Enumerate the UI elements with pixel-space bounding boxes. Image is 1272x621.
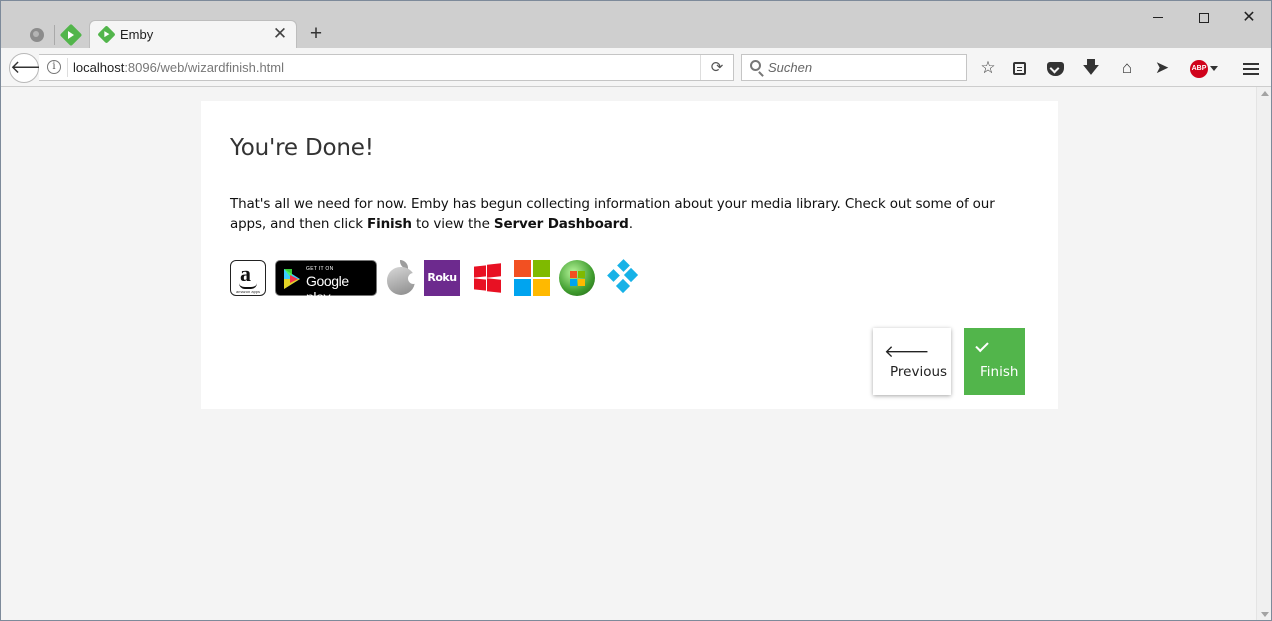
info-icon[interactable]: i bbox=[47, 60, 61, 74]
url-divider bbox=[67, 58, 68, 77]
emby-icon bbox=[59, 23, 83, 46]
intro-finish-word: Finish bbox=[367, 216, 412, 232]
send-icon: ➤ bbox=[1154, 58, 1170, 77]
page-viewport: You're Done! That's all we need for now.… bbox=[1, 87, 1256, 620]
windows-8-app-link[interactable] bbox=[472, 260, 502, 296]
reload-button[interactable]: ⟳ bbox=[700, 55, 733, 80]
vertical-scrollbar[interactable] bbox=[1256, 87, 1271, 620]
kodi-app-link[interactable] bbox=[604, 259, 640, 296]
windows-media-center-app-link[interactable] bbox=[559, 260, 595, 296]
url-host: localhost bbox=[73, 60, 125, 75]
url-bar[interactable]: i localhost:8096/web/wizardfinish.html ⟳ bbox=[39, 54, 734, 81]
browser-window: Emby ✕ + ✕ 🡐 i localhost:8096/web/wizard… bbox=[0, 0, 1272, 621]
tab-title: Emby bbox=[120, 27, 154, 42]
plus-icon: + bbox=[309, 22, 323, 45]
intro-dashboard-word: Server Dashboard bbox=[493, 216, 629, 232]
pocket-button[interactable] bbox=[1043, 56, 1067, 80]
windows-10-icon-part bbox=[514, 279, 531, 296]
wmc-flag-part bbox=[578, 271, 585, 278]
kodi-icon bbox=[607, 269, 620, 282]
scroll-up-icon[interactable] bbox=[1261, 91, 1269, 96]
pinned-tab-globe[interactable] bbox=[21, 21, 53, 48]
wizard-card: You're Done! That's all we need for now.… bbox=[201, 101, 1058, 409]
tab-strip: Emby ✕ + ✕ bbox=[1, 1, 1271, 48]
home-icon: ⌂ bbox=[1121, 58, 1133, 77]
home-button[interactable]: ⌂ bbox=[1115, 56, 1139, 80]
emby-icon bbox=[97, 25, 116, 44]
minimize-button[interactable] bbox=[1135, 5, 1181, 31]
tab-separator bbox=[54, 25, 55, 45]
downloads-button[interactable]: 🡇 bbox=[1079, 56, 1103, 80]
google-play-small-text: GET IT ON bbox=[306, 266, 334, 272]
url-path: :8096/web/wizardfinish.html bbox=[124, 60, 285, 75]
apple-bite bbox=[408, 273, 419, 284]
scroll-down-icon[interactable] bbox=[1261, 612, 1269, 617]
reader-icon bbox=[1012, 62, 1026, 76]
apple-app-link[interactable] bbox=[385, 260, 419, 296]
new-tab-button[interactable]: + bbox=[305, 23, 327, 45]
reader-view-button[interactable] bbox=[1007, 56, 1031, 80]
chevron-down-icon bbox=[1210, 66, 1218, 72]
finish-label: Finish bbox=[980, 364, 1019, 380]
windows-10-icon-part bbox=[533, 279, 550, 296]
windows-8-icon-part bbox=[474, 278, 486, 291]
checkmark-icon bbox=[975, 338, 989, 353]
windows-8-icon bbox=[474, 265, 486, 278]
intro-text: That's all we need for now. Emby has beg… bbox=[230, 194, 1020, 234]
close-icon: ✕ bbox=[1242, 9, 1256, 26]
intro-part2: to view the bbox=[411, 216, 494, 232]
windows-10-icon-part bbox=[533, 260, 550, 277]
previous-button[interactable]: 🡐 Previous bbox=[873, 328, 951, 395]
window-close-button[interactable]: ✕ bbox=[1226, 5, 1271, 31]
google-play-text: Google play bbox=[306, 273, 349, 305]
amazon-caption: amazon apps bbox=[236, 289, 261, 294]
download-icon: 🡇 bbox=[1082, 58, 1100, 77]
navigation-bar: 🡐 i localhost:8096/web/wizardfinish.html… bbox=[1, 48, 1271, 87]
search-bar[interactable] bbox=[741, 54, 967, 81]
roku-app-link[interactable]: Roku bbox=[424, 260, 460, 296]
finish-button[interactable]: Finish bbox=[964, 328, 1025, 395]
page-title: You're Done! bbox=[230, 135, 374, 161]
wmc-flag-part bbox=[570, 279, 577, 286]
windows-8-icon-part bbox=[487, 263, 501, 278]
windows-10-icon bbox=[514, 260, 531, 277]
search-input[interactable] bbox=[768, 58, 958, 77]
star-icon: ☆ bbox=[980, 58, 996, 77]
bookmark-star-button[interactable]: ☆ bbox=[976, 56, 1000, 80]
minimize-icon bbox=[1153, 17, 1163, 19]
amazon-app-link[interactable]: a amazon apps bbox=[230, 260, 266, 296]
url-text[interactable]: localhost:8096/web/wizardfinish.html bbox=[73, 60, 284, 75]
pinned-tab-emby[interactable] bbox=[54, 21, 87, 48]
wmc-flag-part bbox=[578, 279, 585, 286]
arrow-left-icon: 🡐 bbox=[884, 342, 930, 362]
intro-part3: . bbox=[628, 216, 633, 232]
google-play-app-link[interactable]: GET IT ON Google play bbox=[275, 260, 377, 305]
reload-icon: ⟳ bbox=[710, 59, 724, 76]
maximize-icon bbox=[1199, 12, 1209, 23]
close-icon[interactable]: ✕ bbox=[270, 24, 290, 44]
pocket-icon bbox=[1046, 61, 1064, 76]
back-button[interactable]: 🡐 bbox=[9, 53, 58, 83]
previous-label: Previous bbox=[890, 364, 948, 380]
maximize-button[interactable] bbox=[1181, 5, 1227, 31]
adblock-icon: ABP bbox=[1190, 59, 1208, 78]
kodi-icon-part bbox=[623, 267, 639, 283]
google-play-icon-part bbox=[290, 275, 298, 283]
globe-icon bbox=[30, 27, 44, 42]
wmc-flag-part bbox=[570, 271, 577, 278]
search-icon bbox=[750, 60, 761, 71]
windows-10-app-link[interactable] bbox=[514, 260, 550, 296]
windows-media-center-icon bbox=[559, 260, 595, 296]
menu-icon bbox=[1243, 67, 1259, 70]
menu-button[interactable] bbox=[1239, 56, 1263, 80]
send-button[interactable]: ➤ bbox=[1150, 56, 1174, 80]
tab-emby[interactable]: Emby ✕ bbox=[89, 20, 297, 48]
adblock-button[interactable]: ABP bbox=[1187, 56, 1221, 80]
kodi-icon-part bbox=[615, 278, 631, 294]
windows-8-icon-part bbox=[487, 278, 501, 293]
